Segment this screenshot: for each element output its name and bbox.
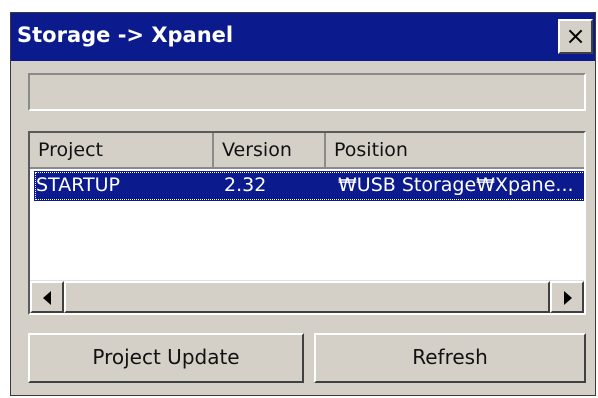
scroll-thumb[interactable] bbox=[64, 281, 550, 313]
horizontal-scrollbar[interactable] bbox=[30, 280, 584, 313]
refresh-button[interactable]: Refresh bbox=[314, 333, 586, 383]
dialog-window: Storage -> Xpanel × Project Version Posi… bbox=[10, 12, 596, 396]
list-header: Project Version Position bbox=[30, 133, 584, 169]
project-update-button[interactable]: Project Update bbox=[28, 333, 304, 383]
column-header-position[interactable]: Position bbox=[326, 133, 584, 169]
cell-position: ₩USB Storage₩Xpane... bbox=[338, 174, 574, 196]
column-header-project[interactable]: Project bbox=[30, 133, 214, 169]
column-header-version[interactable]: Version bbox=[214, 133, 326, 169]
status-field bbox=[28, 73, 586, 111]
window-title: Storage -> Xpanel bbox=[17, 23, 234, 47]
close-button[interactable]: × bbox=[558, 19, 593, 54]
project-list[interactable]: Project Version Position STARTUP 2.32 ₩U… bbox=[28, 131, 586, 315]
list-item[interactable]: STARTUP 2.32 ₩USB Storage₩Xpane... bbox=[34, 171, 584, 201]
arrow-left-icon bbox=[43, 291, 51, 305]
arrow-right-icon bbox=[564, 291, 572, 305]
scroll-right-button[interactable] bbox=[550, 281, 584, 313]
cell-project: STARTUP bbox=[36, 174, 120, 196]
close-icon: × bbox=[565, 22, 586, 50]
cell-version: 2.32 bbox=[224, 174, 267, 196]
scroll-left-button[interactable] bbox=[30, 281, 64, 313]
title-bar: Storage -> Xpanel × bbox=[11, 13, 595, 61]
